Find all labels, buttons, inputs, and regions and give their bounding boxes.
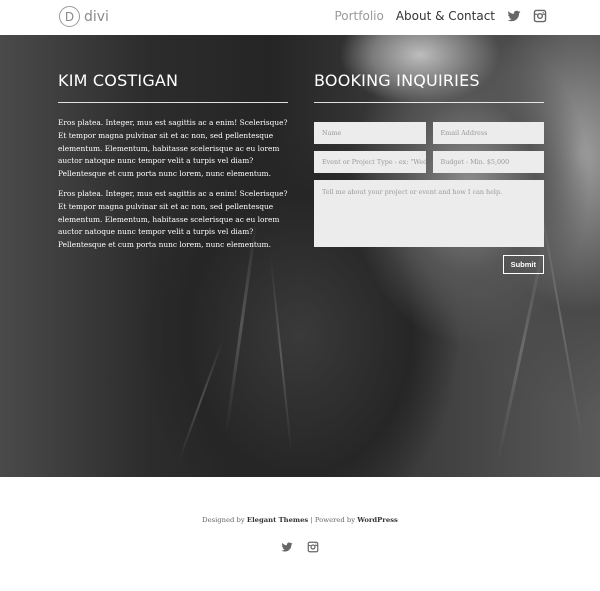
submit-button[interactable]: Submit [502, 255, 544, 274]
credits-designed-by: Designed by [202, 516, 245, 524]
about-paragraph: Eros platea. Integer, mus est sagittis a… [58, 118, 288, 179]
booking-column: BOOKING INQUIRIES Name Email Address Eve… [314, 71, 544, 274]
credits-separator: | Powered by [308, 516, 358, 524]
instagram-icon[interactable] [533, 9, 547, 23]
booking-divider [314, 102, 544, 103]
background-hair-strand [538, 196, 584, 444]
about-divider [58, 102, 288, 103]
twitter-icon[interactable] [507, 9, 521, 23]
footer-social [0, 540, 600, 558]
logo-text: divi [84, 8, 109, 25]
form-row: Event or Project Type - ex: "Weddi Budge… [314, 151, 544, 173]
hero-section: KIM COSTIGAN Eros platea. Integer, mus e… [0, 35, 600, 477]
nav-item-portfolio[interactable]: Portfolio [334, 9, 383, 23]
site-footer: Designed by Elegant Themes | Powered by … [0, 477, 600, 591]
background-hair-strand [177, 338, 225, 462]
credits-wordpress-link[interactable]: WordPress [357, 516, 398, 524]
nav-item-about-contact[interactable]: About & Contact [396, 9, 495, 23]
message-field[interactable]: Tell me about your project or event and … [314, 180, 544, 247]
email-field[interactable]: Email Address [432, 122, 544, 144]
instagram-icon[interactable] [307, 540, 319, 558]
event-type-field[interactable]: Event or Project Type - ex: "Weddi [314, 151, 426, 173]
booking-title: BOOKING INQUIRIES [314, 71, 480, 90]
budget-field[interactable]: Budget - Min. $5,000 [432, 151, 544, 173]
about-paragraph: Eros platea. Integer, mus est sagittis a… [58, 188, 288, 250]
twitter-icon[interactable] [281, 540, 293, 558]
credits-elegant-themes-link[interactable]: Elegant Themes [247, 516, 308, 524]
about-title: KIM COSTIGAN [58, 71, 179, 90]
name-field[interactable]: Name [314, 122, 426, 144]
submit-wrap: Submit [314, 255, 544, 274]
logo-mark: D [59, 6, 80, 27]
background-hair-strand [269, 255, 293, 455]
about-column: KIM COSTIGAN Eros platea. Integer, mus e… [58, 71, 288, 252]
site-header: D divi Portfolio About & Contact [0, 0, 600, 35]
form-row: Name Email Address [314, 122, 544, 144]
site-logo[interactable]: D divi [59, 6, 109, 27]
main-nav: Portfolio About & Contact [334, 9, 547, 23]
footer-credits: Designed by Elegant Themes | Powered by … [0, 516, 600, 524]
